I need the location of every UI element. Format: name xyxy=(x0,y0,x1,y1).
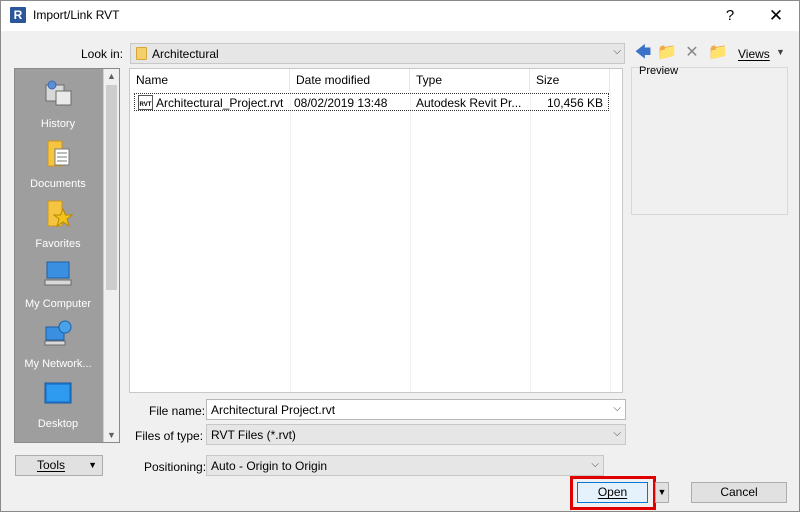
title-bar: R Import/Link RVT ? ✕ xyxy=(1,1,799,31)
place-label-my-computer: My Computer xyxy=(24,298,92,310)
close-button[interactable]: ✕ xyxy=(753,1,799,31)
positioning-label: Positioning: xyxy=(144,460,207,474)
file-name-input[interactable]: Architectural Project.rvt ⌵ xyxy=(206,399,626,420)
column-divider xyxy=(290,91,291,392)
place-label-favorites: Favorites xyxy=(35,238,81,250)
preview-label: Preview xyxy=(639,65,679,77)
place-label-documents: Documents xyxy=(30,178,86,190)
tools-button[interactable]: Tools ▼ xyxy=(15,455,103,476)
place-my-computer[interactable]: My Computer xyxy=(15,254,101,314)
look-in-label: Look in: xyxy=(81,47,124,61)
scroll-down-icon[interactable]: ▼ xyxy=(107,430,116,440)
file-type-cell: Autodesk Revit Pr... xyxy=(416,96,522,110)
place-label-desktop: Desktop xyxy=(37,418,79,430)
file-type-dropdown[interactable]: RVT Files (*.rvt) ⌵ xyxy=(206,424,626,445)
chevron-down-icon: ⌵ xyxy=(613,46,621,57)
chevron-down-icon: ⌵ xyxy=(613,428,621,439)
place-label-history: History xyxy=(40,118,76,130)
file-size-cell: 10,456 KB xyxy=(546,96,603,110)
file-type-value: RVT Files (*.rvt) xyxy=(211,428,296,442)
file-date-cell: 08/02/2019 13:48 xyxy=(294,96,388,110)
file-name-label: File name: xyxy=(149,404,206,418)
delete-icon[interactable]: ✕ xyxy=(682,44,702,62)
column-divider xyxy=(410,91,411,392)
file-row[interactable]: RVT Architectural_Project.rvt 08/02/2019… xyxy=(134,93,609,111)
place-my-network[interactable]: My Network... xyxy=(15,314,101,374)
documents-icon xyxy=(47,140,70,167)
chevron-down-icon: ⌵ xyxy=(591,459,599,470)
back-arrow-icon[interactable]: 🡄 xyxy=(633,44,653,62)
tools-label: Tools xyxy=(37,458,66,472)
cancel-button[interactable]: Cancel xyxy=(691,482,787,503)
file-type-label: Files of type: xyxy=(135,429,204,443)
views-button[interactable]: Views xyxy=(738,47,770,61)
scroll-up-icon[interactable]: ▲ xyxy=(107,71,116,81)
history-icon xyxy=(45,80,72,106)
place-favorites[interactable]: Favorites xyxy=(15,194,101,254)
positioning-value: Auto - Origin to Origin xyxy=(211,459,328,473)
desktop-icon xyxy=(44,382,72,404)
place-label-my-network: My Network... xyxy=(24,358,92,370)
column-header-size[interactable]: Size xyxy=(530,69,610,91)
column-header-name[interactable]: Name xyxy=(130,69,290,91)
views-dropdown-icon[interactable]: ▼ xyxy=(776,47,785,57)
revit-app-icon: R xyxy=(10,7,26,23)
column-header-type[interactable]: Type xyxy=(410,69,530,91)
look-in-value: Architectural xyxy=(152,47,219,61)
look-in-dropdown[interactable]: Architectural ⌵ xyxy=(130,43,625,64)
rvt-file-icon: RVT xyxy=(138,95,153,110)
file-list: Name Date modified Type Size RVT Archite… xyxy=(129,68,623,393)
my-computer-icon xyxy=(44,261,72,286)
column-divider xyxy=(610,91,611,392)
places-scrollbar[interactable]: ▲ ▼ xyxy=(103,69,119,442)
help-button[interactable]: ? xyxy=(707,1,753,31)
up-folder-icon[interactable]: 📁 xyxy=(657,44,677,62)
tools-dropdown-icon: ▼ xyxy=(88,460,97,470)
places-bar: History Documents Favorites My Computer … xyxy=(14,68,120,443)
column-header-date[interactable]: Date modified xyxy=(290,69,410,91)
import-link-dialog: R Import/Link RVT ? ✕ Look in: Architect… xyxy=(0,0,800,512)
new-folder-icon[interactable]: 📁 xyxy=(708,44,728,62)
preview-panel xyxy=(631,67,788,215)
open-options-dropdown[interactable]: ▼ xyxy=(655,482,669,503)
file-name-cell: Architectural_Project.rvt xyxy=(156,96,284,110)
place-documents[interactable]: Documents xyxy=(15,134,101,194)
positioning-dropdown[interactable]: Auto - Origin to Origin ⌵ xyxy=(206,455,604,476)
place-history[interactable]: History xyxy=(15,74,101,134)
place-desktop[interactable]: Desktop xyxy=(15,374,101,434)
chevron-down-icon[interactable]: ⌵ xyxy=(613,403,621,414)
favorites-icon xyxy=(47,200,73,228)
my-network-icon xyxy=(44,320,72,346)
window-title: Import/Link RVT xyxy=(33,8,120,22)
file-name-value: Architectural Project.rvt xyxy=(211,403,336,417)
column-divider xyxy=(530,91,531,392)
folder-icon xyxy=(136,47,147,60)
scroll-thumb[interactable] xyxy=(106,85,117,290)
open-button-highlight xyxy=(570,476,656,510)
